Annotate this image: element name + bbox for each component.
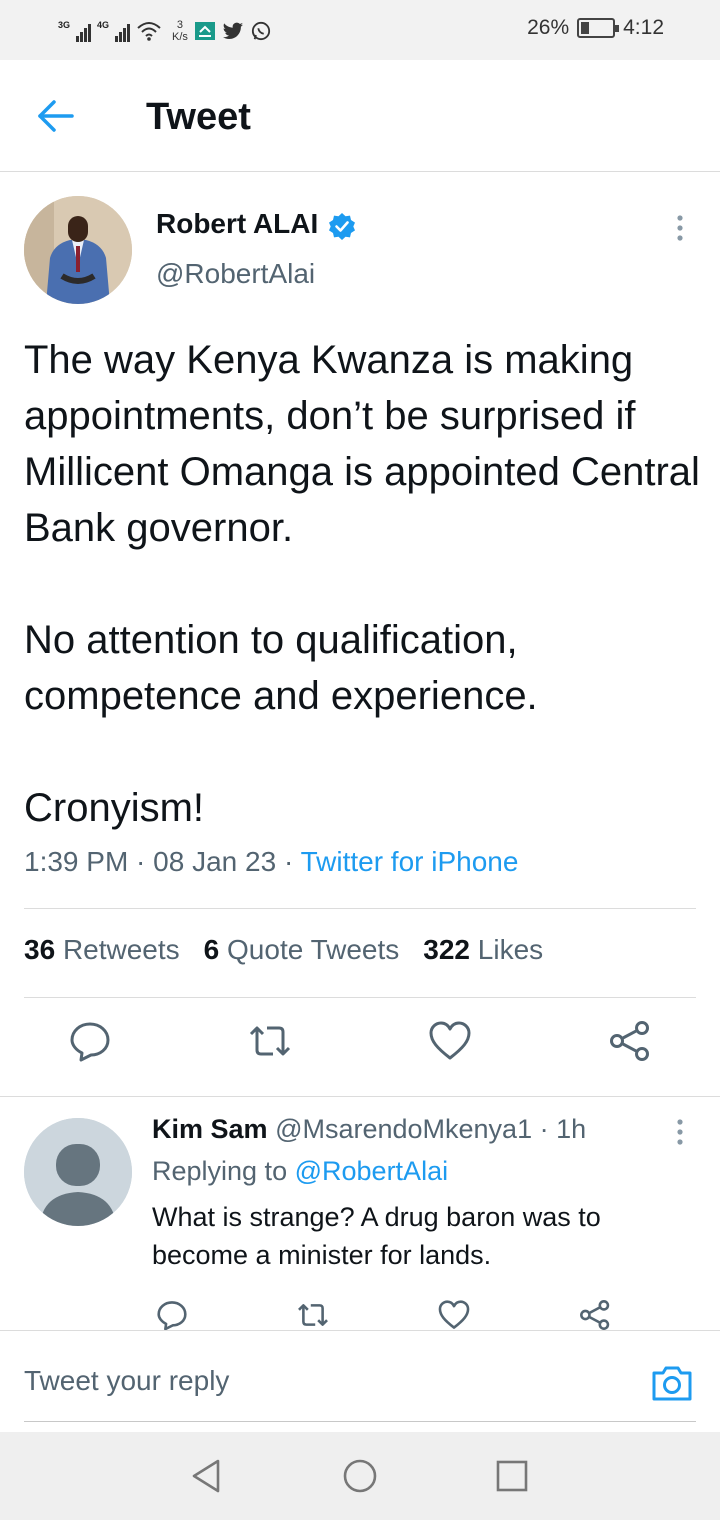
battery-icon [577, 18, 620, 38]
like-icon[interactable] [437, 1298, 471, 1330]
more-options-icon[interactable] [672, 212, 688, 244]
reply-age: 1h [556, 1114, 587, 1144]
tweet-date: 08 Jan 23 [153, 846, 277, 877]
tweet-meta: 1:39 PM · 08 Jan 23 · Twitter for iPhone [24, 846, 519, 877]
reply-header: Kim Sam @MsarendoMkenya1 · 1h [152, 1114, 587, 1144]
status-indicators: 3G 4G 3 K/s [58, 14, 272, 48]
reply-input[interactable]: Tweet your reply [24, 1365, 229, 1397]
tweet-paragraph: Cronyism! [24, 786, 205, 830]
reply-icon[interactable] [155, 1298, 189, 1330]
replying-to: Replying to @RobertAlai [152, 1156, 449, 1186]
app-header: Tweet [0, 60, 720, 172]
wifi-icon [137, 22, 161, 41]
more-options-icon[interactable] [672, 1116, 688, 1148]
author-handle[interactable]: @RobertAlai [156, 258, 315, 290]
reply-author-name[interactable]: Kim Sam [152, 1114, 268, 1144]
tweet-actions [0, 1018, 720, 1078]
retweet-icon[interactable] [296, 1298, 330, 1330]
like-icon[interactable] [427, 1018, 473, 1064]
system-nav-bar [0, 1432, 720, 1520]
share-icon[interactable] [578, 1298, 612, 1330]
composer-underline [24, 1421, 696, 1422]
tweet-paragraph: No attention to qualification, competenc… [24, 618, 538, 718]
camera-icon[interactable] [650, 1361, 694, 1405]
status-bar: 3G 4G 3 K/s 26% 4:12 [0, 0, 720, 60]
battery-percent: 26% [527, 16, 570, 39]
divider [24, 908, 696, 909]
default-avatar-icon [24, 1118, 132, 1226]
nav-home-icon[interactable] [340, 1456, 380, 1496]
nav-recents-icon[interactable] [492, 1456, 532, 1496]
reply-author-handle[interactable]: @MsarendoMkenya1 [275, 1114, 532, 1144]
tweet-text: The way Kenya Kwanza is making appointme… [24, 332, 704, 836]
back-arrow-icon[interactable] [36, 96, 76, 136]
app-notification-icon [194, 22, 215, 40]
likes-stat[interactable]: 322 Likes [423, 934, 543, 966]
signal-3g-icon: 3G [58, 20, 91, 42]
share-icon[interactable] [607, 1018, 653, 1064]
nav-back-icon[interactable] [186, 1456, 226, 1496]
page-title: Tweet [146, 96, 251, 138]
replying-to-mention[interactable]: @RobertAlai [295, 1156, 448, 1186]
tweet-time: 1:39 PM [24, 846, 129, 877]
author-avatar[interactable] [24, 196, 132, 304]
twitter-notification-icon [222, 22, 243, 39]
retweets-stat[interactable]: 36 Retweets [24, 934, 180, 966]
whatsapp-notification-icon [251, 21, 270, 41]
divider [24, 997, 696, 998]
reply-icon[interactable] [67, 1018, 113, 1064]
retweet-icon[interactable] [247, 1018, 293, 1064]
author-photo [24, 196, 132, 304]
reply-actions [0, 1294, 720, 1330]
signal-4g-icon: 4G [97, 20, 130, 42]
quote-tweets-stat[interactable]: 6 Quote Tweets [204, 934, 400, 966]
reply-text: What is strange? A drug baron was to bec… [152, 1202, 601, 1270]
tweet-paragraph: The way Kenya Kwanza is making appointme… [24, 338, 700, 550]
reply-composer: Tweet your reply [0, 1330, 720, 1432]
reply-avatar[interactable] [24, 1118, 132, 1226]
tweet-stats: 36 Retweets 6 Quote Tweets 322 Likes [24, 934, 543, 966]
verified-badge-icon [329, 213, 355, 240]
tweet-source-link[interactable]: Twitter for iPhone [301, 846, 519, 877]
network-speed: 3 K/s [172, 19, 188, 43]
clock: 4:12 [623, 16, 664, 39]
status-right: 26% 4:12 [527, 16, 664, 40]
divider [0, 1096, 720, 1097]
author-name[interactable]: Robert ALAI [156, 208, 318, 240]
